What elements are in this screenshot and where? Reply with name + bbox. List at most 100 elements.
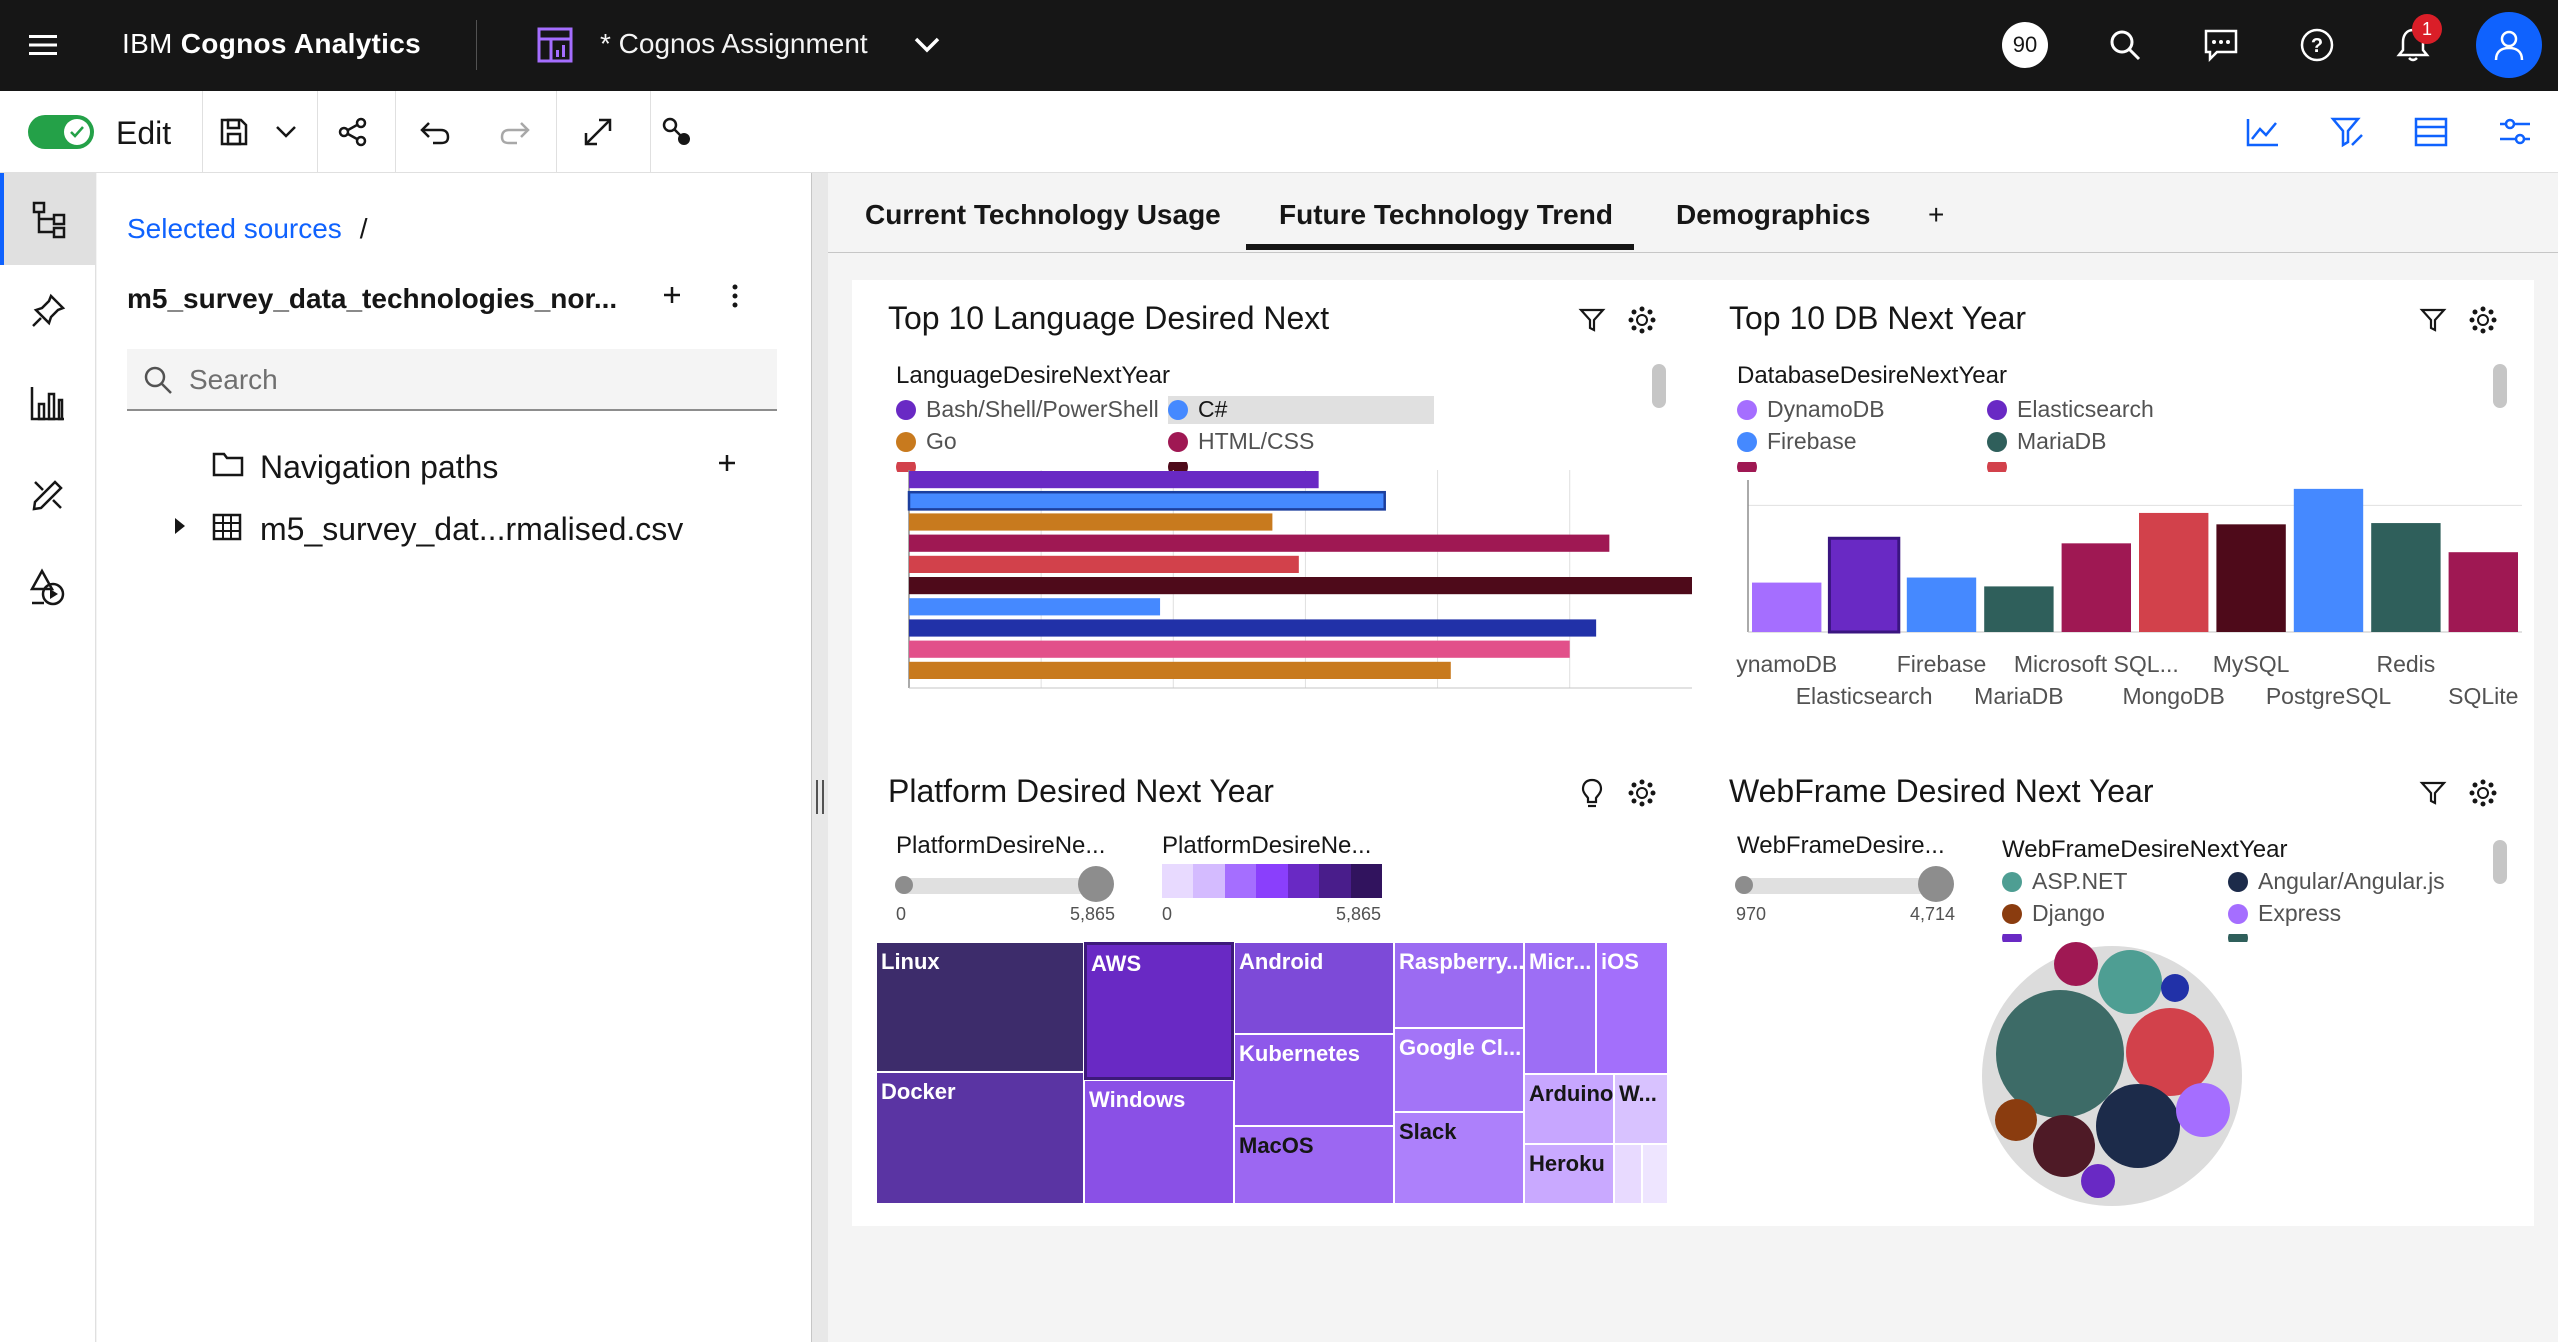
x-tick-label: MariaDB bbox=[1974, 683, 2063, 709]
overflow-menu-icon[interactable] bbox=[729, 283, 741, 314]
treemap-cell[interactable] bbox=[1614, 1144, 1642, 1204]
undo-icon[interactable] bbox=[412, 109, 458, 155]
legend-item[interactable]: Django bbox=[2002, 900, 2105, 927]
share-icon[interactable] bbox=[330, 109, 376, 155]
treemap-cell[interactable]: AWS bbox=[1084, 942, 1234, 1080]
filter-icon[interactable] bbox=[2415, 302, 2451, 338]
menu-icon[interactable] bbox=[20, 22, 66, 68]
widget-title-db[interactable]: Top 10 DB Next Year bbox=[1729, 300, 2026, 337]
treemap-cell[interactable]: Windows bbox=[1084, 1080, 1234, 1204]
navigation-paths-label[interactable]: Navigation paths bbox=[260, 449, 498, 486]
add-icon[interactable] bbox=[660, 283, 684, 312]
report-title[interactable]: * Cognos Assignment bbox=[600, 28, 868, 60]
rail-widgets[interactable] bbox=[0, 449, 96, 541]
splitter-grip-icon[interactable] bbox=[816, 780, 824, 814]
treemap-cell[interactable]: Slack bbox=[1394, 1112, 1524, 1204]
legend-item[interactable]: C# bbox=[1168, 396, 1227, 423]
rail-pin[interactable] bbox=[0, 265, 96, 357]
tab-demographics[interactable]: Demographics bbox=[1676, 199, 1871, 231]
panel-splitter[interactable] bbox=[812, 173, 828, 1342]
treemap-cell[interactable]: Docker bbox=[876, 1072, 1084, 1204]
treemap-cell[interactable]: MacOS bbox=[1234, 1126, 1394, 1204]
settings-sliders-icon[interactable] bbox=[2492, 109, 2538, 155]
widget-title-language[interactable]: Top 10 Language Desired Next bbox=[888, 300, 1329, 337]
tab-future-technology-trend[interactable]: Future Technology Trend bbox=[1279, 199, 1613, 231]
rail-data-sources[interactable] bbox=[0, 173, 96, 265]
legend-item[interactable]: DynamoDB bbox=[1737, 396, 1885, 423]
widget-title-platform[interactable]: Platform Desired Next Year bbox=[888, 773, 1274, 810]
color-scale[interactable] bbox=[1162, 864, 1382, 898]
connect-icon[interactable] bbox=[654, 109, 700, 155]
x-tick-label: 6,000 bbox=[1673, 709, 1692, 710]
breadcrumb-selected-sources[interactable]: Selected sources bbox=[127, 213, 342, 244]
chat-icon[interactable] bbox=[2198, 22, 2244, 68]
treemap-cell[interactable]: iOS bbox=[1596, 942, 1668, 1074]
add-navigation-path-icon[interactable] bbox=[715, 451, 739, 480]
legend-item[interactable]: HTML/CSS bbox=[1168, 428, 1314, 455]
bar bbox=[1984, 586, 2054, 632]
add-tab-button[interactable]: + bbox=[1928, 199, 1944, 231]
search-field[interactable] bbox=[127, 349, 777, 411]
csv-source-label[interactable]: m5_survey_dat...rmalised.csv bbox=[260, 511, 683, 548]
treemap-cell[interactable]: Heroku bbox=[1524, 1144, 1614, 1204]
expand-caret-icon[interactable] bbox=[173, 517, 187, 540]
legend-item[interactable]: Express bbox=[2228, 900, 2341, 927]
redo-icon[interactable] bbox=[492, 109, 538, 155]
treemap-cell[interactable]: Android bbox=[1234, 942, 1394, 1034]
bar bbox=[909, 577, 1692, 595]
treemap-cell[interactable]: Kubernetes bbox=[1234, 1034, 1394, 1126]
tab-current-technology-usage[interactable]: Current Technology Usage bbox=[865, 199, 1221, 231]
legend-item[interactable]: ASP.NET bbox=[2002, 868, 2127, 895]
legend-item[interactable]: MariaDB bbox=[1987, 428, 2106, 455]
slider-max-handle[interactable] bbox=[1918, 866, 1954, 902]
widget-settings-icon[interactable] bbox=[1624, 302, 1660, 338]
legend-scrollbar[interactable] bbox=[2493, 364, 2507, 408]
search-input[interactable] bbox=[189, 361, 749, 399]
widget-settings-icon[interactable] bbox=[1624, 775, 1660, 811]
search-icon[interactable] bbox=[2102, 22, 2148, 68]
legend-item[interactable]: Firebase bbox=[1737, 428, 1856, 455]
legend-swatch bbox=[1168, 431, 1188, 452]
rail-visualizations[interactable] bbox=[0, 357, 96, 449]
legend-scrollbar[interactable] bbox=[1652, 364, 1666, 408]
legend-item[interactable]: Elasticsearch bbox=[1987, 396, 2154, 423]
slider-max-handle[interactable] bbox=[1078, 866, 1114, 902]
user-avatar[interactable] bbox=[2476, 12, 2542, 78]
filter-edit-icon[interactable] bbox=[2324, 109, 2370, 155]
rail-media[interactable] bbox=[0, 541, 96, 633]
legend-item[interactable]: Bash/Shell/PowerShell bbox=[896, 396, 1159, 423]
treemap-cell[interactable]: Micr... bbox=[1524, 942, 1596, 1074]
slider-min-handle[interactable] bbox=[1735, 876, 1753, 894]
treemap-cell[interactable]: Arduino bbox=[1524, 1074, 1614, 1144]
lightbulb-icon[interactable] bbox=[1574, 775, 1610, 811]
treemap-cell[interactable]: Google Cl... bbox=[1394, 1028, 1524, 1112]
folder-icon bbox=[212, 451, 244, 482]
data-table-icon[interactable] bbox=[2408, 109, 2454, 155]
treemap-cell[interactable]: Linux bbox=[876, 942, 1084, 1072]
bubble bbox=[2176, 1083, 2230, 1137]
bar bbox=[2448, 552, 2518, 632]
treemap-cell[interactable]: Raspberry... bbox=[1394, 942, 1524, 1028]
chart-line-icon[interactable] bbox=[2240, 109, 2286, 155]
widget-settings-icon[interactable] bbox=[2465, 302, 2501, 338]
treemap-cell[interactable] bbox=[1642, 1144, 1668, 1204]
legend-scrollbar[interactable] bbox=[2493, 840, 2507, 884]
platform-treemap: Linux AWS Android Raspberry... Micr... i… bbox=[876, 942, 1668, 1204]
treemap-cell[interactable]: W... bbox=[1614, 1074, 1668, 1144]
legend-item[interactable]: Angular/Angular.js bbox=[2228, 868, 2445, 895]
save-icon[interactable] bbox=[211, 109, 257, 155]
save-options-chevron-icon[interactable] bbox=[263, 109, 309, 155]
filter-icon[interactable] bbox=[2415, 775, 2451, 811]
legend-item[interactable]: Go bbox=[896, 428, 957, 455]
widget-settings-icon[interactable] bbox=[2465, 775, 2501, 811]
bar bbox=[1827, 536, 1901, 634]
x-tick-label: Redis bbox=[2376, 651, 2435, 677]
help-icon[interactable]: ? bbox=[2294, 22, 2340, 68]
expand-icon[interactable] bbox=[575, 109, 621, 155]
chevron-down-icon[interactable] bbox=[904, 22, 950, 68]
filter-icon[interactable] bbox=[1574, 302, 1610, 338]
slider-min-handle[interactable] bbox=[895, 876, 913, 894]
score-badge[interactable]: 90 bbox=[2002, 22, 2048, 68]
widget-title-webframe[interactable]: WebFrame Desired Next Year bbox=[1729, 773, 2153, 810]
edit-toggle[interactable] bbox=[28, 115, 94, 149]
